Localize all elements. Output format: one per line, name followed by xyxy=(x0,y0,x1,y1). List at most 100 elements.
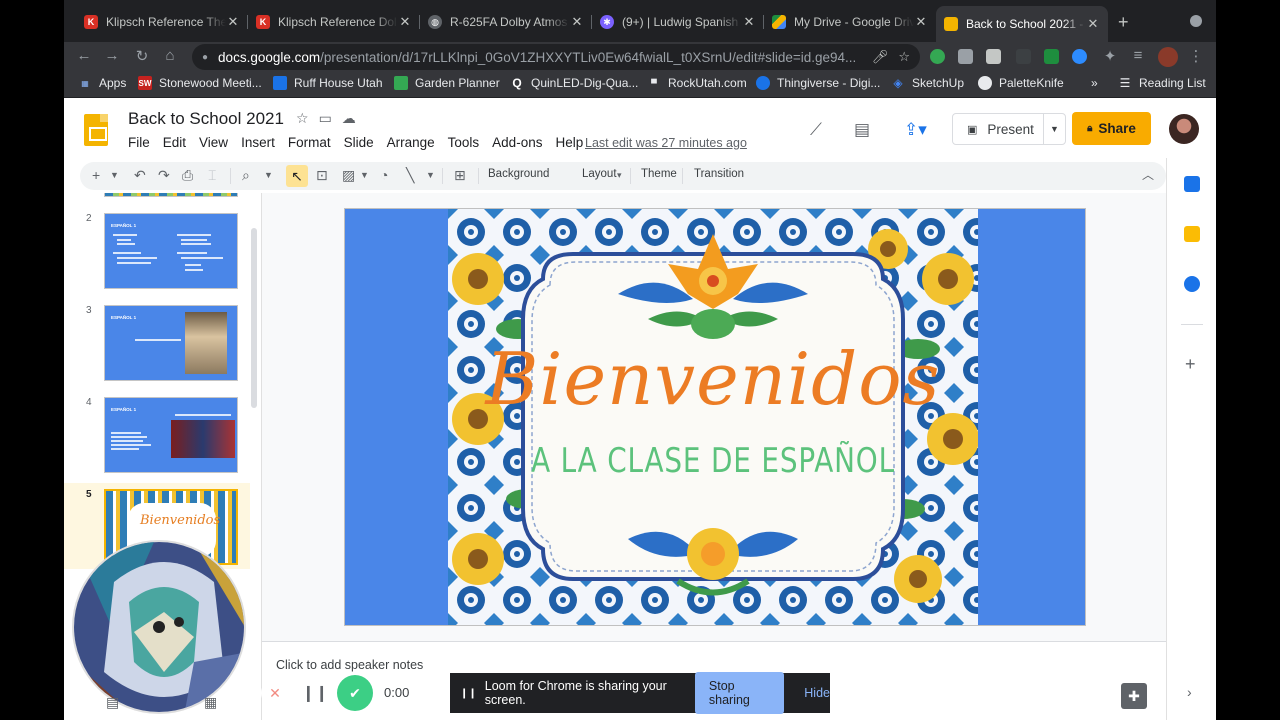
zoom-extension-icon[interactable] xyxy=(1072,49,1087,64)
menu-help[interactable]: Help xyxy=(555,135,583,150)
microphone-icon[interactable]: 🎤︎ xyxy=(872,49,889,65)
stop-sharing-button[interactable]: Stop sharing xyxy=(694,672,785,714)
new-slide-dropdown-icon[interactable]: ▼ xyxy=(110,170,119,180)
browser-tab-3[interactable]: ◍ R-625FA Dolby Atmos ✕ xyxy=(420,8,592,36)
image-dropdown-icon[interactable]: ▼ xyxy=(360,170,369,180)
loom-pause-icon[interactable]: ❙❙ xyxy=(301,679,329,707)
close-icon[interactable]: ✕ xyxy=(226,14,240,30)
image-icon[interactable]: ▨ xyxy=(342,167,355,184)
speaker-notes-placeholder[interactable]: Click to add speaker notes xyxy=(276,658,423,672)
menu-insert[interactable]: Insert xyxy=(241,135,275,150)
activity-trend-icon[interactable]: ⟋ xyxy=(810,120,822,140)
slide-thumbnail-3[interactable]: ESPAÑOL 1 xyxy=(104,305,238,381)
bookmark-ruff-house[interactable]: Ruff House Utah xyxy=(273,76,383,90)
undo-icon[interactable]: ↶ xyxy=(134,167,146,184)
browser-tab-2[interactable]: K Klipsch Reference Dol ✕ xyxy=(248,8,420,36)
bookmark-paletteknife[interactable]: PaletteKnife xyxy=(978,76,1064,90)
slide-headline[interactable]: Bienvenidos xyxy=(448,339,978,419)
menu-tools[interactable]: Tools xyxy=(448,135,480,150)
bookmark-stonewood[interactable]: SW Stonewood Meeti... xyxy=(138,76,262,90)
transition-button[interactable]: Transition xyxy=(694,168,744,180)
print-icon[interactable]: ⎙ xyxy=(182,167,193,184)
document-title[interactable]: Back to School 2021 xyxy=(128,109,284,129)
cloud-saved-icon[interactable]: ☁ xyxy=(342,110,366,126)
puzzle-icon[interactable]: ✦ xyxy=(1100,47,1120,65)
filmstrip-grid-icon[interactable]: ▦ xyxy=(204,694,217,711)
shape-icon[interactable]: ◔ xyxy=(380,167,388,183)
comment-add-icon[interactable]: ⊞ xyxy=(454,167,466,184)
profile-avatar[interactable] xyxy=(1158,47,1178,67)
bookmarks-overflow-icon[interactable]: » xyxy=(1091,76,1098,90)
forward-icon[interactable]: → xyxy=(102,47,122,64)
new-slide-icon[interactable]: + xyxy=(92,167,100,183)
menu-edit[interactable]: Edit xyxy=(163,135,186,150)
slide-thumbnail-1[interactable] xyxy=(104,193,238,197)
comments-icon[interactable]: ▤ xyxy=(854,120,870,140)
extension-icon[interactable] xyxy=(958,49,973,64)
explore-icon[interactable]: ✚ xyxy=(1121,683,1147,709)
close-icon[interactable]: ✕ xyxy=(570,14,584,30)
reading-list[interactable]: ☰ Reading List xyxy=(1118,76,1206,90)
bookmark-quinled[interactable]: Q QuinLED-Dig-Qua... xyxy=(510,76,638,90)
present-dropdown-icon[interactable]: ▼ xyxy=(1043,114,1065,144)
last-edit-link[interactable]: Last edit was 27 minutes ago xyxy=(585,136,747,150)
grid-view-icon[interactable]: ▤ xyxy=(106,694,119,711)
media-icon[interactable]: ≡ xyxy=(1128,47,1148,64)
tab-search-icon[interactable] xyxy=(1190,15,1202,27)
bookmark-thingiverse[interactable]: Thingiverse - Digi... xyxy=(756,76,880,90)
menu-slide[interactable]: Slide xyxy=(344,135,374,150)
current-slide[interactable]: Bienvenidos A LA CLASE DE ESPAÑOL xyxy=(345,209,1085,625)
background-button[interactable]: Background xyxy=(488,168,549,180)
line-icon[interactable]: ╲ xyxy=(406,167,414,184)
move-folder-icon[interactable]: ▭ xyxy=(319,110,342,126)
loom-cancel-icon[interactable]: ✕ xyxy=(261,679,289,707)
browser-tab-5[interactable]: My Drive - Google Driv ✕ xyxy=(764,8,936,36)
slide-canvas[interactable]: Bienvenidos A LA CLASE DE ESPAÑOL xyxy=(262,193,1166,641)
text-box-icon[interactable]: ⊡ xyxy=(316,167,328,184)
loom-camera-bubble[interactable] xyxy=(72,540,246,714)
menu-format[interactable]: Format xyxy=(288,135,331,150)
checkmark-extension-icon[interactable] xyxy=(1044,49,1059,64)
new-tab-icon[interactable]: + xyxy=(1118,12,1129,33)
hide-button[interactable]: Hide xyxy=(804,686,830,700)
bookmark-rockutah[interactable]: ▀ RockUtah.com xyxy=(647,76,747,90)
theme-button[interactable]: Theme xyxy=(641,168,677,180)
keep-icon[interactable] xyxy=(1184,226,1200,242)
menu-view[interactable]: View xyxy=(199,135,228,150)
layout-dropdown-icon[interactable]: ▾ xyxy=(617,170,622,181)
loom-finish-icon[interactable]: ✔ xyxy=(337,675,373,711)
redo-icon[interactable]: ↷ xyxy=(158,167,170,184)
paint-format-icon[interactable]: ⌶ xyxy=(208,167,216,184)
close-icon[interactable]: ✕ xyxy=(1086,16,1100,32)
extension-grammarly-icon[interactable] xyxy=(930,49,945,64)
line-dropdown-icon[interactable]: ▼ xyxy=(426,170,435,180)
share-button[interactable]: 🔒︎ Share xyxy=(1072,112,1151,145)
select-cursor-icon[interactable]: ↖ xyxy=(286,165,308,187)
reload-icon[interactable]: ↻ xyxy=(132,47,152,65)
home-icon[interactable]: ⌂ xyxy=(160,47,180,64)
back-icon[interactable]: ← xyxy=(74,47,94,64)
star-icon[interactable]: ☆ xyxy=(296,110,319,126)
tasks-icon[interactable] xyxy=(1184,276,1200,292)
address-bar[interactable]: ● docs.google.com/presentation/d/17rLLKl… xyxy=(192,44,920,70)
filmstrip-scrollbar[interactable] xyxy=(251,228,257,408)
add-addon-icon[interactable]: + xyxy=(1185,354,1196,375)
slide-thumbnail-2[interactable]: ESPAÑOL 1 xyxy=(104,213,238,289)
menu-arrange[interactable]: Arrange xyxy=(387,135,435,150)
slides-logo-icon[interactable] xyxy=(84,114,108,146)
menu-file[interactable]: File xyxy=(128,135,150,150)
kebab-menu-icon[interactable]: ⋮ xyxy=(1186,47,1206,65)
bookmark-garden-planner[interactable]: Garden Planner xyxy=(394,76,500,90)
browser-tab-active[interactable]: Back to School 2021 - ✕ xyxy=(936,6,1108,42)
expand-panel-icon[interactable]: › xyxy=(1187,684,1192,700)
slide-subheadline[interactable]: A LA CLASE DE ESPAÑOL xyxy=(496,441,931,481)
layout-button[interactable]: Layout xyxy=(582,168,617,180)
bookmark-sketchup[interactable]: ◈ SketchUp xyxy=(891,76,964,90)
calendar-icon[interactable] xyxy=(1184,176,1200,192)
present-button[interactable]: ▣ Present ▼ xyxy=(952,113,1066,145)
user-avatar[interactable] xyxy=(1169,114,1199,144)
bookmark-apps[interactable]: ▦ Apps xyxy=(78,76,126,90)
collapse-chevron-icon[interactable]: ︿ xyxy=(1142,166,1154,183)
star-icon[interactable]: ☆ xyxy=(898,49,910,65)
menu-addons[interactable]: Add-ons xyxy=(492,135,542,150)
